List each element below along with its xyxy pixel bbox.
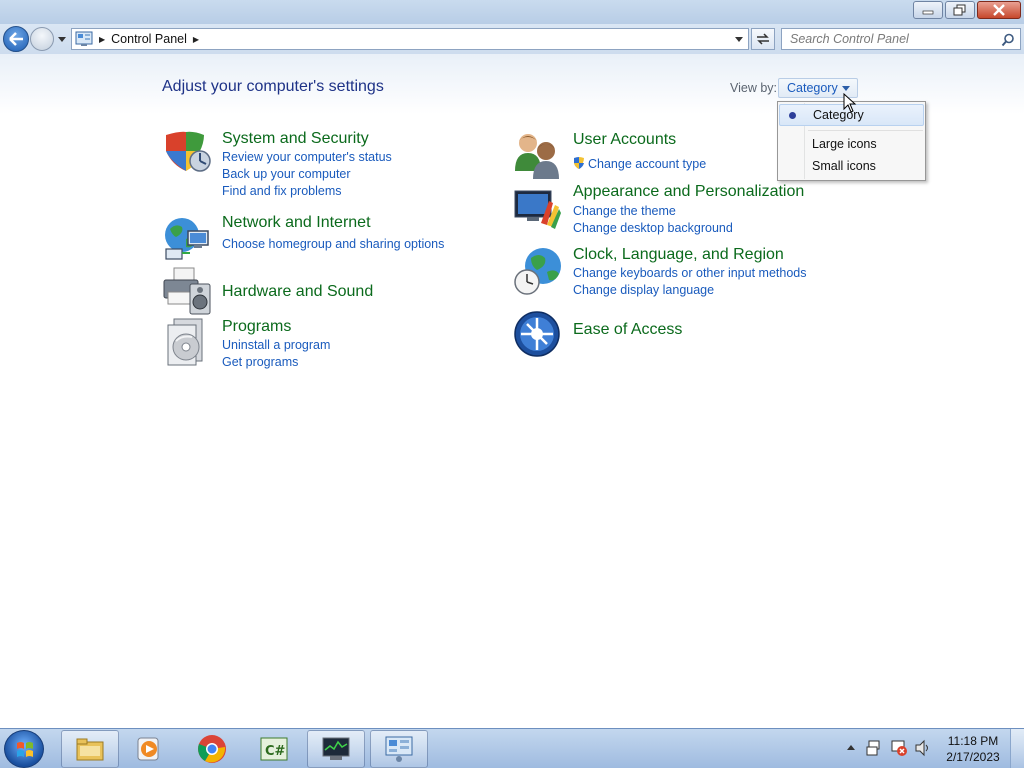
csharp-icon: C# [260, 737, 288, 761]
category-clock-language-region: Clock, Language, and Region Change keybo… [513, 246, 833, 306]
clock-date: 2/17/2023 [946, 750, 1000, 764]
category-title[interactable]: System and Security [222, 130, 369, 148]
taskbar-clock[interactable]: 11:18 PM 2/17/2023 [940, 733, 1006, 765]
search-placeholder: Search Control Panel [790, 32, 909, 46]
refresh-button[interactable] [751, 28, 775, 50]
control-panel-icon [385, 736, 413, 762]
minimize-button[interactable] [913, 1, 943, 19]
radio-selected-icon [789, 112, 796, 119]
link-review-status[interactable]: Review your computer's status [222, 150, 392, 164]
restore-button[interactable] [945, 1, 975, 19]
taskbar-file-explorer[interactable] [61, 730, 119, 768]
action-center-icon[interactable] [866, 739, 884, 757]
uac-shield-icon [574, 157, 584, 169]
category-title[interactable]: Hardware and Sound [222, 283, 373, 301]
start-button[interactable] [4, 730, 44, 768]
category-title[interactable]: Clock, Language, and Region [573, 246, 784, 264]
chevron-down-icon [842, 86, 850, 91]
view-by-label: View by: [730, 81, 778, 95]
globe-network-icon [165, 218, 209, 260]
link-find-fix-problems[interactable]: Find and fix problems [222, 184, 342, 198]
printer-speaker-icon [163, 267, 211, 315]
users-icon [515, 134, 559, 179]
forward-button[interactable] [30, 27, 54, 51]
category-title[interactable]: Ease of Access [573, 321, 682, 339]
breadcrumb-separator-icon[interactable]: ▶ [99, 35, 105, 44]
show-desktop-button[interactable] [1010, 729, 1024, 768]
restore-icon [953, 4, 966, 16]
folder-icon [76, 738, 104, 761]
address-dropdown-icon[interactable] [734, 36, 744, 44]
chrome-icon [198, 735, 226, 763]
category-network-internet: Network and Internet Choose homegroup an… [162, 213, 482, 263]
search-box[interactable]: Search Control Panel [781, 28, 1021, 50]
taskbar: C# 11:18 PM 2/17/2023 [0, 728, 1024, 768]
navigation-bar: ▶ Control Panel ▶ Search Control Panel [0, 24, 1024, 54]
category-appearance: Appearance and Personalization Change th… [513, 183, 833, 243]
control-panel-icon [75, 31, 93, 46]
show-hidden-icons-icon[interactable] [846, 743, 856, 751]
link-get-programs[interactable]: Get programs [222, 355, 298, 369]
category-ease-of-access: Ease of Access [513, 310, 833, 360]
link-change-desktop-background[interactable]: Change desktop background [573, 221, 733, 235]
menu-item-label: Large icons [812, 137, 877, 151]
mouse-cursor-icon [843, 93, 857, 113]
taskbar-media-player[interactable] [120, 730, 178, 768]
window-controls [911, 1, 1021, 19]
link-change-account-type[interactable]: Change account type [573, 156, 706, 171]
view-by-menu: Category Large icons Small icons [777, 101, 926, 181]
minimize-icon [922, 10, 934, 15]
back-button[interactable] [3, 26, 29, 52]
link-back-up[interactable]: Back up your computer [222, 167, 351, 181]
link-change-account-type-label: Change account type [588, 157, 707, 171]
media-player-icon [137, 737, 159, 761]
taskbar-control-panel[interactable] [370, 730, 428, 768]
close-icon [993, 4, 1005, 16]
arrow-left-icon [9, 32, 23, 46]
category-system-security: System and Security Review your computer… [162, 129, 482, 199]
menu-item-large-icons[interactable]: Large icons [779, 134, 924, 156]
volume-icon[interactable] [914, 739, 932, 757]
category-title[interactable]: Appearance and Personalization [573, 183, 804, 201]
window-titlebar [0, 0, 1024, 24]
refresh-icon [757, 33, 769, 45]
menu-item-small-icons[interactable]: Small icons [779, 156, 924, 178]
taskbar-csharp-editor[interactable]: C# [245, 730, 303, 768]
clock-time: 11:18 PM [947, 734, 999, 748]
category-title[interactable]: User Accounts [573, 131, 676, 149]
globe-clock-icon [514, 248, 561, 295]
network-disconnected-icon[interactable] [890, 739, 908, 757]
recent-pages-chevron-icon[interactable] [57, 34, 67, 44]
link-change-keyboards[interactable]: Change keyboards or other input methods [573, 266, 806, 280]
breadcrumb-control-panel[interactable]: Control Panel [111, 32, 187, 46]
menu-separator [808, 130, 923, 131]
category-title[interactable]: Programs [222, 318, 291, 336]
link-change-display-language[interactable]: Change display language [573, 283, 714, 297]
link-homegroup-sharing[interactable]: Choose homegroup and sharing options [222, 237, 444, 251]
menu-item-label: Small icons [812, 159, 876, 173]
link-change-theme[interactable]: Change the theme [573, 204, 676, 218]
link-uninstall-program[interactable]: Uninstall a program [222, 338, 330, 352]
address-bar[interactable]: ▶ Control Panel ▶ [71, 28, 749, 50]
task-manager-icon [322, 737, 350, 760]
windows-logo-icon [17, 742, 33, 757]
category-hardware-sound: Hardware and Sound [162, 266, 482, 316]
category-programs: Programs Uninstall a program Get program… [162, 317, 482, 377]
view-by-value: Category [787, 81, 838, 95]
shield-icon [166, 131, 211, 172]
search-icon[interactable] [1001, 33, 1015, 47]
close-button[interactable] [977, 1, 1021, 19]
ease-of-access-icon [514, 311, 560, 357]
page-title: Adjust your computer's settings [162, 78, 384, 95]
programs-disc-icon [167, 318, 203, 366]
svg-text:C#: C# [265, 744, 286, 759]
taskbar-task-manager[interactable] [307, 730, 365, 768]
breadcrumb-separator-icon[interactable]: ▶ [193, 35, 199, 44]
monitor-paint-icon [514, 190, 561, 229]
taskbar-chrome[interactable] [183, 730, 241, 768]
category-title[interactable]: Network and Internet [222, 214, 371, 232]
